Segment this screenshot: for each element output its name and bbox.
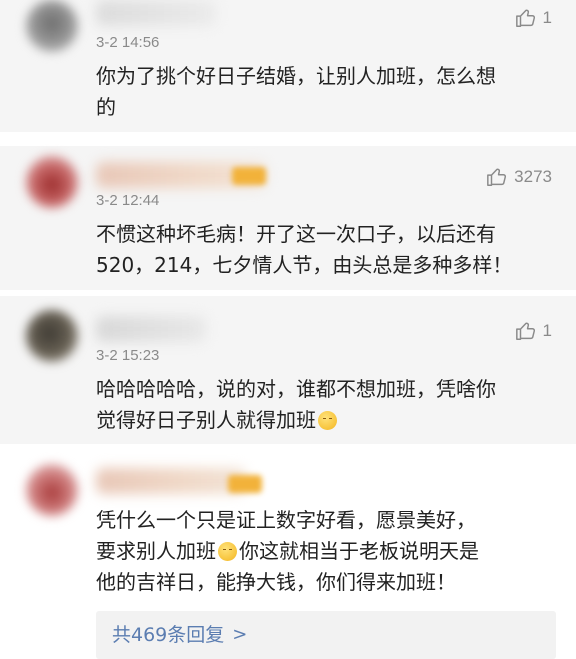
like-count: 3273: [514, 167, 552, 186]
comment-line: 哈哈哈哈哈，说的对，谁都不想加班，凭啥你: [96, 377, 496, 401]
member-badge: [232, 167, 266, 185]
comment-line-text: 觉得好日子别人就得加班: [96, 408, 316, 432]
comment-text: 不惯这种坏毛病！开了这一次口子，以后还有 520，214，七夕情人节，由头总是多…: [96, 219, 554, 281]
member-badge: [228, 475, 262, 493]
comment-time: 3-2 15:23: [96, 347, 160, 364]
like-button[interactable]: 1: [515, 320, 552, 342]
comment-line: 他的吉祥日，能挣大钱，你们得来加班！: [96, 570, 456, 594]
comment-item: 凭什么一个只是证上数字好看，愿景美好， 要求别人加班 你这就相当于老板说明天是 他…: [0, 450, 576, 659]
comment-time: 3-2 14:56: [96, 34, 160, 51]
username-blurred[interactable]: [96, 0, 216, 26]
comment-line: 不惯这种坏毛病！开了这一次口子，以后还有: [96, 222, 496, 246]
comment-text: 哈哈哈哈哈，说的对，谁都不想加班，凭啥你 觉得好日子别人就得加班: [96, 374, 554, 436]
avatar[interactable]: [26, 156, 78, 208]
smirk-emoji-icon: [318, 411, 337, 430]
comment-line: 觉得好日子别人就得加班: [96, 405, 554, 436]
comment-item: 1 3-2 15:23 哈哈哈哈哈，说的对，谁都不想加班，凭啥你 觉得好日子别人…: [0, 296, 576, 444]
replies-count-label: 共469条回复: [112, 624, 225, 646]
like-button[interactable]: 3273: [486, 166, 552, 188]
comment-line: 凭什么一个只是证上数字好看，愿景美好，: [96, 508, 476, 532]
comment-item: 3273 3-2 12:44 不惯这种坏毛病！开了这一次口子，以后还有 520，…: [0, 146, 576, 290]
avatar[interactable]: [26, 0, 78, 52]
comment-line: 你为了挑个好日子结婚，让别人加班，怎么想: [96, 64, 496, 88]
thumbs-up-icon: [515, 9, 535, 27]
like-count: 1: [542, 8, 552, 27]
username-blurred[interactable]: [96, 316, 206, 342]
like-button[interactable]: 1: [515, 7, 552, 29]
comment-line: 的: [96, 95, 116, 119]
thumbs-up-icon: [515, 322, 535, 340]
comment-line: 520，214，七夕情人节，由头总是多种多样！: [96, 253, 513, 277]
comment-item: 1 3-2 14:56 你为了挑个好日子结婚，让别人加班，怎么想 的: [0, 0, 576, 132]
comment-line: 要求别人加班 你这就相当于老板说明天是: [96, 536, 554, 567]
like-count: 1: [542, 321, 552, 340]
avatar[interactable]: [26, 310, 78, 362]
avatar[interactable]: [26, 464, 78, 516]
comment-line-text: 要求别人加班: [96, 539, 216, 563]
chevron-right-icon: >: [232, 624, 248, 645]
view-replies-link[interactable]: 共469条回复 >: [96, 611, 556, 659]
comment-line-text: 你这就相当于老板说明天是: [239, 539, 479, 563]
smirk-emoji-icon: [218, 542, 237, 561]
comment-time: 3-2 12:44: [96, 192, 160, 209]
comment-text: 你为了挑个好日子结婚，让别人加班，怎么想 的: [96, 61, 554, 123]
comment-text: 凭什么一个只是证上数字好看，愿景美好， 要求别人加班 你这就相当于老板说明天是 他…: [96, 505, 554, 598]
username-blurred[interactable]: [96, 468, 246, 494]
thumbs-up-icon: [487, 168, 507, 186]
